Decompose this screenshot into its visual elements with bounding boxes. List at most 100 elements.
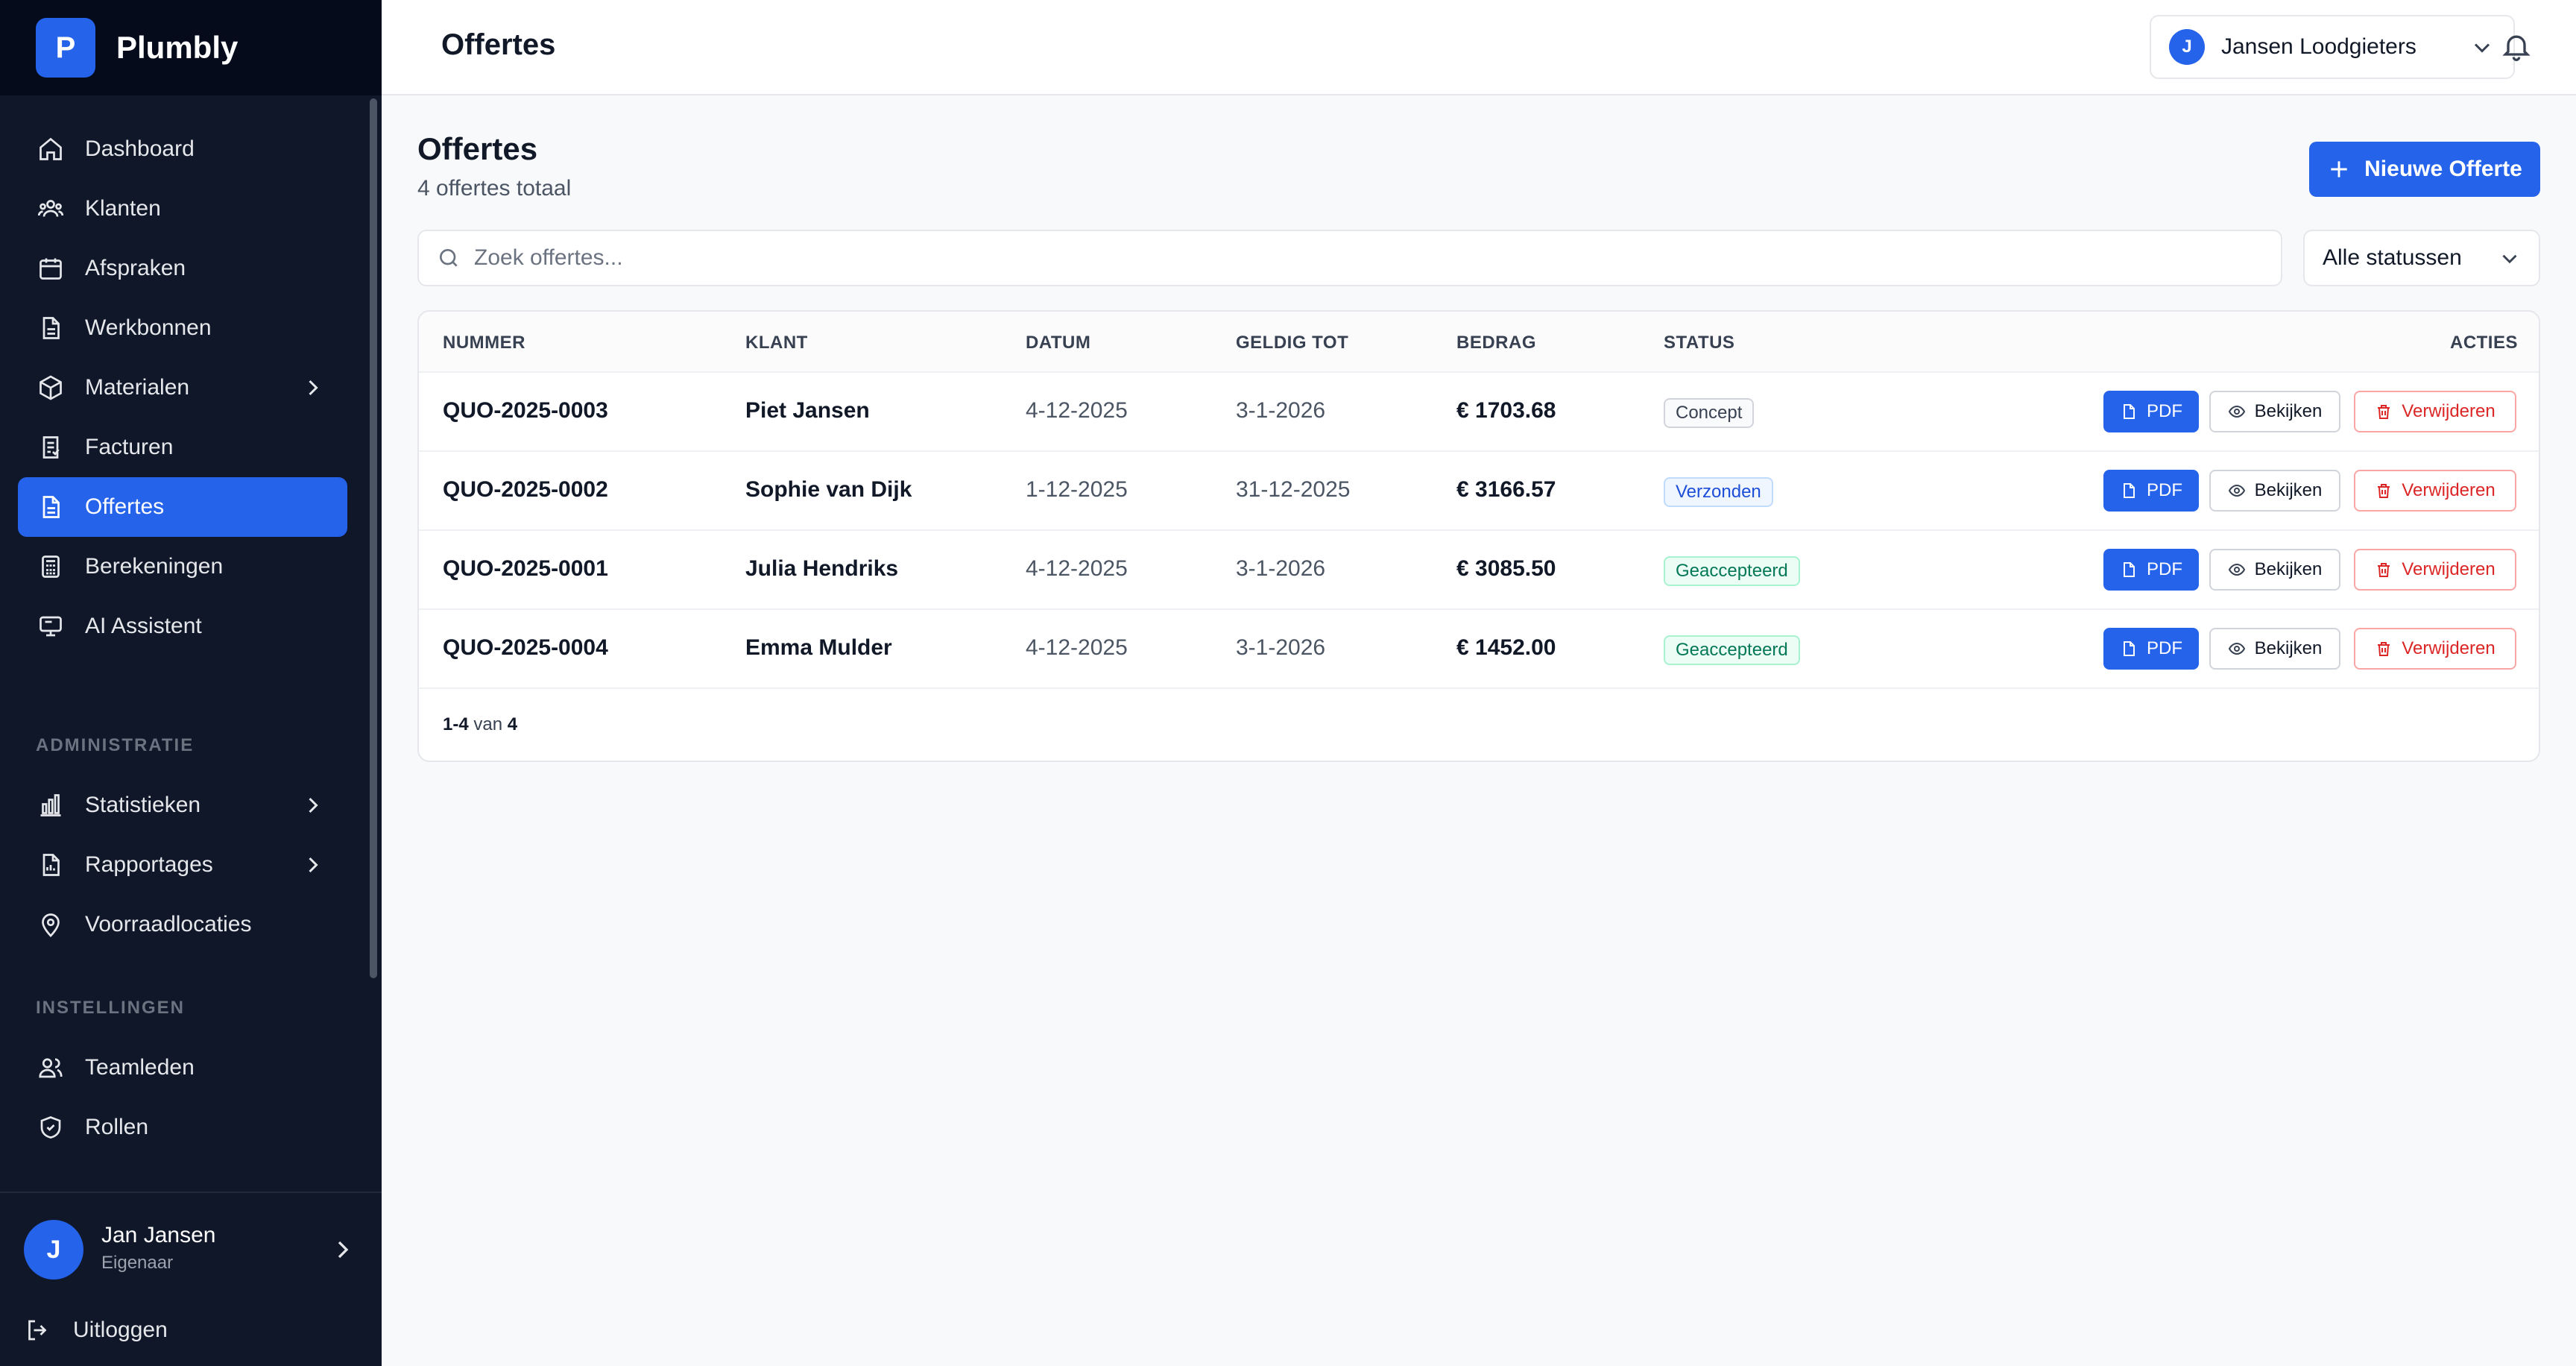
sidebar-item-klanten[interactable]: Klanten	[18, 179, 347, 239]
document-icon	[37, 315, 64, 342]
quote-number: QUO-2025-0003	[443, 398, 608, 423]
notifications-button[interactable]	[2500, 30, 2533, 63]
view-button[interactable]: Bekijken	[2209, 391, 2340, 432]
user-name[interactable]: Jan Jansen	[101, 1223, 215, 1248]
calendar-icon	[37, 255, 64, 282]
quote-date: 4-12-2025	[1026, 635, 1128, 660]
search-icon	[440, 249, 458, 267]
sidebar-item-rollen[interactable]: Rollen	[18, 1098, 347, 1157]
valid-until: 31-12-2025	[1236, 477, 1351, 502]
pdf-label: PDF	[2147, 559, 2182, 579]
table-row[interactable]: QUO-2025-0003 Piet Jansen 4-12-2025 3-1-…	[419, 373, 2539, 452]
sidebar-item-facturen[interactable]: Facturen	[18, 418, 347, 477]
company-name: Jansen Loodgieters	[2221, 34, 2416, 59]
sidebar-item-materialen[interactable]: Materialen	[18, 358, 347, 418]
delete-button[interactable]: Verwijderen	[2354, 549, 2516, 591]
delete-label: Verwijderen	[2402, 638, 2496, 658]
brand[interactable]: P Plumbly	[0, 0, 382, 95]
sidebar-item-rapportages[interactable]: Rapportages	[18, 835, 347, 895]
trash-icon	[2378, 405, 2390, 419]
sidebar-scrollbar[interactable]	[370, 98, 377, 978]
delete-button[interactable]: Verwijderen	[2354, 391, 2516, 432]
view-label: Bekijken	[2254, 480, 2323, 500]
logout-button[interactable]: Uitloggen	[24, 1317, 168, 1344]
chevron-down-icon	[2502, 254, 2517, 264]
sidebar-item-label: Statistieken	[85, 793, 201, 817]
search-bar	[417, 230, 2282, 286]
table-row[interactable]: QUO-2025-0002 Sophie van Dijk 1-12-2025 …	[419, 452, 2539, 531]
brand-logo: P	[36, 18, 95, 78]
sidebar-item-ai-assistent[interactable]: AI Assistent	[18, 597, 347, 656]
table-header: NUMMER KLANT DATUM GELDIG TOT BEDRAG STA…	[419, 312, 2539, 373]
delete-button[interactable]: Verwijderen	[2354, 470, 2516, 512]
new-quote-label: Nieuwe Offerte	[2364, 157, 2522, 181]
chevron-right-icon[interactable]	[328, 1235, 358, 1265]
quotes-table: NUMMER KLANT DATUM GELDIG TOT BEDRAG STA…	[417, 310, 2540, 762]
search-input[interactable]	[474, 245, 2248, 271]
file-icon	[2124, 562, 2135, 577]
avatar[interactable]: J	[24, 1220, 83, 1280]
sidebar-item-dashboard[interactable]: Dashboard	[18, 119, 347, 179]
sidebar-item-statistieken[interactable]: Statistieken	[18, 775, 347, 835]
plus-icon	[2331, 161, 2347, 177]
view-button[interactable]: Bekijken	[2209, 628, 2340, 670]
page-title: Offertes	[417, 131, 538, 166]
sidebar-item-werkbonnen[interactable]: Werkbonnen	[18, 298, 347, 358]
pdf-button[interactable]: PDF	[2103, 549, 2199, 591]
view-button[interactable]: Bekijken	[2209, 549, 2340, 591]
view-button[interactable]: Bekijken	[2209, 470, 2340, 512]
sidebar-item-berekeningen[interactable]: Berekeningen	[18, 537, 347, 597]
amount: € 1452.00	[1456, 635, 1556, 660]
view-label: Bekijken	[2254, 559, 2323, 579]
pdf-button[interactable]: PDF	[2103, 628, 2199, 670]
status-filter-select[interactable]: Alle statussen	[2303, 230, 2540, 286]
sidebar-item-label: Teamleden	[85, 1055, 195, 1080]
sidebar-item-offertes[interactable]: Offertes	[18, 477, 347, 537]
pdf-label: PDF	[2147, 480, 2182, 500]
brand-name: Plumbly	[116, 30, 239, 65]
calculator-icon	[37, 553, 64, 580]
location-icon	[37, 911, 64, 938]
table-row[interactable]: QUO-2025-0004 Emma Mulder 4-12-2025 3-1-…	[419, 610, 2539, 689]
quote-date: 4-12-2025	[1026, 556, 1128, 581]
amount: € 1703.68	[1456, 398, 1556, 423]
sidebar-item-afspraken[interactable]: Afspraken	[18, 239, 347, 298]
quote-date: 4-12-2025	[1026, 398, 1128, 423]
bar-chart-icon	[37, 792, 64, 819]
table-row[interactable]: QUO-2025-0001 Julia Hendriks 4-12-2025 3…	[419, 531, 2539, 610]
sidebar-item-teamleden[interactable]: Teamleden	[18, 1038, 347, 1098]
quote-number: QUO-2025-0001	[443, 556, 608, 581]
pdf-button[interactable]: PDF	[2103, 391, 2199, 432]
eye-icon	[2228, 563, 2245, 576]
document-icon	[37, 494, 64, 520]
app: P Plumbly Dashboard Klanten Afspraken We…	[0, 0, 2576, 1366]
new-quote-button[interactable]: Nieuwe Offerte	[2309, 142, 2540, 197]
valid-until: 3-1-2026	[1236, 398, 1326, 423]
column-header-status: STATUS	[1664, 333, 1735, 353]
status-badge: Concept	[1664, 398, 1755, 428]
status-badge: Geaccepteerd	[1664, 556, 1800, 586]
sidebar-item-label: Rollen	[85, 1115, 149, 1139]
pdf-button[interactable]: PDF	[2103, 470, 2199, 512]
logout-label: Uitloggen	[73, 1318, 168, 1342]
user-role: Eigenaar	[101, 1253, 174, 1273]
delete-button[interactable]: Verwijderen	[2354, 628, 2516, 670]
section-instellingen: INSTELLINGEN	[36, 998, 186, 1018]
sidebar-item-voorraadlocaties[interactable]: Voorraadlocaties	[18, 895, 347, 954]
sidebar-item-label: Werkbonnen	[85, 315, 212, 340]
trash-icon	[2378, 484, 2390, 498]
trash-icon	[2378, 642, 2390, 656]
chevron-right-icon	[309, 797, 318, 813]
company-selector[interactable]: J Jansen Loodgieters	[2150, 15, 2515, 79]
view-label: Bekijken	[2254, 638, 2323, 658]
section-administratie: ADMINISTRATIE	[36, 735, 195, 755]
file-icon	[2124, 641, 2135, 656]
user-panel: J Jan Jansen Eigenaar Uitloggen	[0, 1192, 382, 1366]
sidebar-item-label: AI Assistent	[85, 614, 202, 638]
valid-until: 3-1-2026	[1236, 635, 1326, 660]
view-label: Bekijken	[2254, 401, 2323, 421]
page-subtitle: 4 offertes totaal	[417, 176, 572, 201]
client-name: Sophie van Dijk	[745, 477, 912, 502]
status-badge: Geaccepteerd	[1664, 635, 1800, 665]
quote-number: QUO-2025-0004	[443, 635, 608, 660]
